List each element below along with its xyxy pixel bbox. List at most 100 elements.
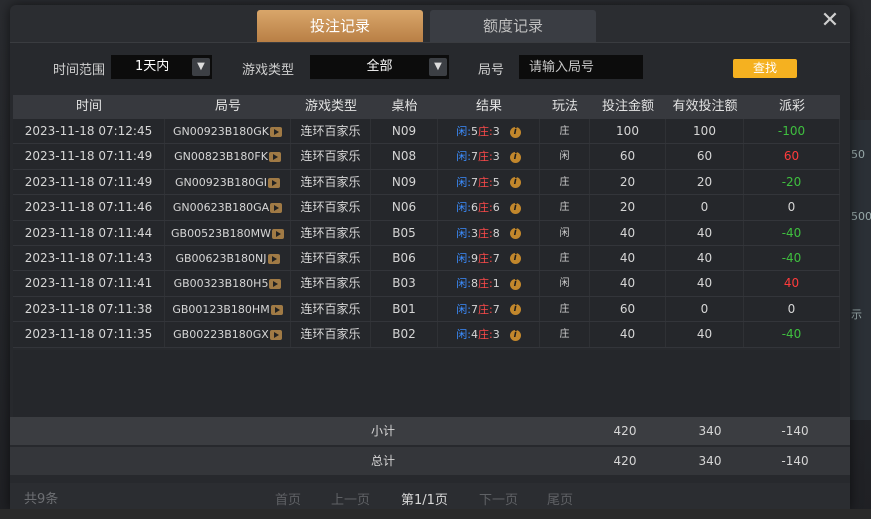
- cell-round: GB00123B180HM: [165, 296, 291, 322]
- chevron-down-icon[interactable]: ▼: [192, 58, 210, 76]
- game-type-select[interactable]: 全部 ▼: [310, 55, 449, 79]
- video-replay-icon[interactable]: [268, 177, 281, 188]
- info-icon[interactable]: i: [509, 151, 521, 163]
- video-replay-icon[interactable]: [269, 330, 282, 341]
- banker-label: 庄:: [478, 175, 493, 189]
- info-icon[interactable]: i: [509, 329, 521, 341]
- cell-bet-amount: 20: [590, 169, 666, 195]
- cell-result: 闲:3庄:8 i: [438, 220, 540, 245]
- cell-time: 2023-11-18 07:11:41: [13, 271, 165, 296]
- cell-play: 庄: [540, 296, 590, 322]
- banker-label: 庄:: [478, 226, 493, 240]
- cell-game-type: 连环百家乐: [291, 144, 371, 169]
- total-label: 总计: [370, 454, 395, 468]
- cell-bet-amount: 40: [590, 245, 666, 271]
- info-icon[interactable]: i: [509, 202, 521, 214]
- header-game-type: 游戏类型: [304, 99, 357, 114]
- player-label: 闲:: [456, 328, 471, 342]
- cell-round: GB00623B180NJ: [165, 245, 291, 271]
- banker-label: 庄:: [478, 251, 493, 265]
- video-replay-icon[interactable]: [268, 152, 281, 163]
- cell-play: 庄: [540, 245, 590, 271]
- cell-round: GB00523B180MW: [165, 220, 291, 245]
- table-row: 2023-11-18 07:12:45 GN00923B180GK 连环百家乐 N09…: [13, 119, 840, 145]
- info-icon[interactable]: i: [509, 278, 521, 290]
- cell-game-type: 连环百家乐: [291, 220, 371, 245]
- cell-play: 庄: [540, 119, 590, 144]
- banker-value: 3: [492, 328, 500, 342]
- info-icon[interactable]: i: [509, 126, 521, 138]
- banker-label: 庄:: [478, 125, 493, 138]
- table-row: 2023-11-18 07:11:38 GB00123B180HM 连环百家乐 B01…: [13, 296, 840, 323]
- cell-round: GB00323B180H5: [165, 271, 291, 296]
- tab-limit-records[interactable]: 额度记录: [430, 10, 596, 42]
- background-chip-label: 50: [851, 148, 865, 161]
- cell-result: 闲:7庄:3 i: [438, 144, 540, 169]
- cell-table: N08: [371, 144, 438, 169]
- cell-play: 庄: [540, 322, 590, 347]
- next-page-link[interactable]: 下一页: [479, 489, 518, 508]
- cell-table: B06: [371, 245, 438, 271]
- round-id: GN00923B180GK: [172, 125, 270, 138]
- cell-play: 闲: [540, 220, 590, 245]
- video-replay-icon[interactable]: [270, 127, 283, 137]
- subtotal-payout: -140: [781, 424, 809, 438]
- banker-label: 庄:: [478, 150, 493, 164]
- info-icon[interactable]: i: [509, 177, 521, 189]
- cell-valid-bet: 40: [666, 271, 744, 296]
- cell-time: 2023-11-18 07:11:49: [13, 169, 165, 195]
- info-icon[interactable]: i: [509, 304, 521, 316]
- tab-bet-records[interactable]: 投注记录: [257, 10, 423, 42]
- cell-bet-amount: 40: [590, 322, 666, 347]
- cell-play: 庄: [540, 169, 590, 195]
- round-input[interactable]: [519, 55, 643, 79]
- background-chip-label: 500: [851, 210, 871, 223]
- table-header: 时间 局号 游戏类型 桌枱 结果 玩法 投注金额 有效投注额 派彩: [13, 95, 840, 119]
- time-range-select[interactable]: 1天内 ▼: [111, 55, 212, 79]
- subtotal-label: 小计: [370, 424, 395, 438]
- round-id: GB00623B180NJ: [175, 251, 267, 265]
- video-replay-icon[interactable]: [267, 253, 280, 264]
- search-button[interactable]: 查找: [733, 59, 797, 78]
- cell-round: GN00823B180FK: [165, 144, 291, 169]
- cell-bet-amount: 20: [590, 195, 666, 220]
- cell-time: 2023-11-18 07:11:49: [13, 144, 165, 169]
- cell-bet-amount: 40: [590, 271, 666, 296]
- total-row: 总计 420 340 -140: [10, 447, 850, 475]
- cell-result: 闲:6庄:6 i: [438, 195, 540, 220]
- background-card-strip: [0, 509, 871, 519]
- prev-page-link[interactable]: 上一页: [331, 489, 370, 508]
- video-replay-icon[interactable]: [270, 203, 283, 214]
- player-label: 闲:: [456, 226, 471, 240]
- player-value: 7: [471, 302, 478, 316]
- round-id: GB00523B180MW: [171, 226, 271, 240]
- round-id: GN00923B180GI: [174, 175, 268, 189]
- cell-time: 2023-11-18 07:11:35: [13, 322, 165, 347]
- video-replay-icon[interactable]: [270, 304, 283, 315]
- info-icon[interactable]: i: [509, 228, 521, 240]
- filter-bar: 时间范围 1天内 ▼ 游戏类型 全部 ▼ 局号 查找: [10, 55, 850, 81]
- banker-label: 庄:: [478, 201, 493, 215]
- video-replay-icon[interactable]: [271, 228, 284, 239]
- cell-valid-bet: 40: [666, 245, 744, 271]
- table-body: 2023-11-18 07:12:45 GN00923B180GK 连环百家乐 N09…: [13, 119, 840, 348]
- cell-table: N06: [371, 195, 438, 220]
- cell-round: GN00623B180GA: [165, 195, 291, 220]
- cell-bet-amount: 40: [590, 220, 666, 245]
- last-page-link[interactable]: 尾页: [547, 489, 573, 508]
- video-replay-icon[interactable]: [269, 279, 282, 290]
- record-count: 共9条: [24, 492, 59, 507]
- info-icon[interactable]: i: [509, 253, 521, 265]
- cell-time: 2023-11-18 07:11:46: [13, 195, 165, 220]
- header-bet-amount: 投注金额: [601, 99, 654, 114]
- player-value: 4: [471, 328, 478, 342]
- header-round: 局号: [214, 99, 241, 114]
- cell-valid-bet: 40: [666, 220, 744, 245]
- first-page-link[interactable]: 首页: [275, 489, 301, 508]
- game-type-value: 全部: [366, 59, 393, 74]
- player-label: 闲:: [456, 302, 471, 316]
- cell-time: 2023-11-18 07:11:43: [13, 245, 165, 271]
- cell-bet-amount: 60: [590, 296, 666, 322]
- close-icon[interactable]: ✕: [820, 10, 840, 32]
- chevron-down-icon[interactable]: ▼: [429, 58, 447, 76]
